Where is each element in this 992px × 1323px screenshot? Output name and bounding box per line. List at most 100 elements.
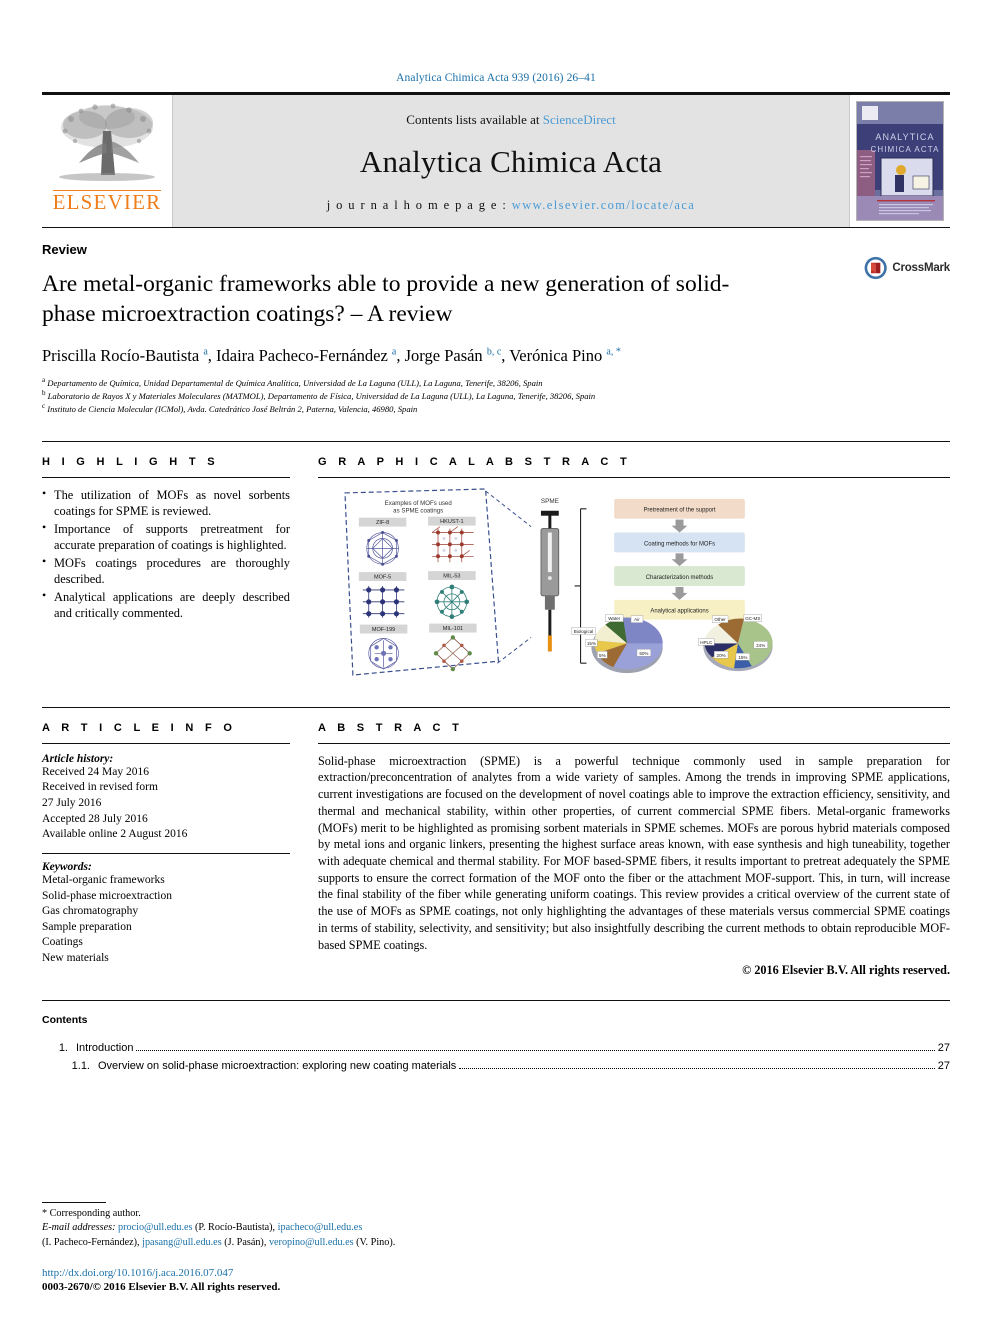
article-info-and-abstract-band: A R T I C L E I N F O Article history: R…: [42, 706, 950, 978]
contents-section: Contents 1. Introduction 27 1.1. Overvie…: [42, 1000, 950, 1075]
svg-text:Analytical applications: Analytical applications: [650, 608, 708, 614]
keyword-item: Metal-organic frameworks: [42, 873, 165, 886]
history-received: Received 24 May 2016: [42, 765, 149, 778]
list-item: MOFs coatings procedures are thoroughly …: [42, 554, 290, 588]
svg-text:15%: 15%: [587, 641, 596, 646]
highlights-column: H I G H L I G H T S The utilization of M…: [42, 456, 290, 681]
sciencedirect-link[interactable]: ScienceDirect: [543, 112, 616, 127]
svg-text:24%: 24%: [756, 643, 765, 648]
toc-leader-dots: [136, 1050, 935, 1052]
history-online: Available online 2 August 2016: [42, 828, 188, 841]
email-addresses-label: E-mail addresses:: [42, 1222, 116, 1234]
affiliation-text-b: Laboratorio de Rayos X y Materiales Mole…: [47, 390, 596, 401]
highlights-and-graphical-abstract-band: H I G H L I G H T S The utilization of M…: [42, 440, 950, 681]
toc-label: Introduction: [76, 1042, 134, 1055]
svg-text:Other: Other: [714, 617, 726, 622]
toc-entry-1-1[interactable]: 1.1. Overview on solid-phase microextrac…: [42, 1058, 950, 1076]
svg-text:as SPME coatings: as SPME coatings: [393, 508, 443, 515]
svg-text:GC-MS: GC-MS: [745, 616, 760, 621]
elsevier-logo: ELSEVIER: [42, 95, 172, 227]
graphical-abstract-rule: [318, 476, 950, 478]
elsevier-wordmark: ELSEVIER: [52, 190, 162, 214]
email-person-4: (V. Pino).: [356, 1237, 396, 1249]
highlights-heading: H I G H L I G H T S: [42, 455, 219, 468]
svg-text:Water: Water: [608, 616, 620, 621]
svg-text:MIL-53: MIL-53: [443, 573, 460, 579]
svg-text:Examples of MOFs used: Examples of MOFs used: [385, 500, 453, 507]
email-link-1[interactable]: procio@ull.edu.es: [118, 1222, 192, 1233]
svg-text:20%: 20%: [717, 653, 726, 658]
svg-text:MIL-101: MIL-101: [443, 626, 463, 632]
crossmark-icon: [864, 256, 887, 280]
homepage-label: j o u r n a l h o m e p a g e :: [326, 197, 508, 212]
svg-text:ZIF-8: ZIF-8: [376, 520, 389, 526]
affiliation-text-a: Departamento de Química, Unidad Departam…: [47, 377, 543, 388]
toc-page-number: 27: [937, 1059, 950, 1072]
article-type: Review: [42, 242, 87, 257]
journal-homepage-line: j o u r n a l h o m e p a g e : www.else…: [327, 198, 696, 213]
journal-cover-thumbnail: ANALYTICA CHIMICA ACTA: [850, 95, 950, 227]
abstract-column: A B S T R A C T Solid-phase microextract…: [318, 722, 950, 978]
toc-number: 1.1.: [71, 1059, 90, 1072]
svg-text:SPME: SPME: [541, 498, 559, 505]
contents-heading: Contents: [42, 1014, 88, 1027]
abstract-rule: [318, 742, 950, 744]
email-link-4[interactable]: veropino@ull.edu.es: [269, 1237, 354, 1248]
author-list: Priscilla Rocío-Bautista a, Idaira Pache…: [42, 346, 621, 366]
keyword-item: Sample preparation: [42, 920, 132, 933]
graphical-abstract-column: G R A P H I C A L A B S T R A C T Exampl…: [318, 456, 950, 681]
affiliation-c: c Instituto de Ciencia Molecular (ICMol)…: [42, 402, 950, 415]
journal-cover-image: ANALYTICA CHIMICA ACTA: [856, 101, 944, 221]
affiliations: a Departamento de Química, Unidad Depart…: [42, 376, 950, 415]
email-addresses-line-2: (I. Pacheco-Fernández), jpasang@ull.edu.…: [42, 1236, 562, 1251]
email-link-2[interactable]: ipacheco@ull.edu.es: [278, 1222, 363, 1233]
email-addresses-line-1: E-mail addresses: procio@ull.edu.es (P. …: [42, 1221, 562, 1236]
article-info-heading: A R T I C L E I N F O: [42, 721, 237, 734]
graphical-abstract-figure: Examples of MOFs used as SPME coatings Z…: [344, 488, 773, 676]
toc-number: 1.: [58, 1042, 68, 1055]
graphical-abstract-heading: G R A P H I C A L A B S T R A C T: [318, 455, 632, 468]
page-footer: http://dx.doi.org/10.1016/j.aca.2016.07.…: [42, 1267, 280, 1293]
svg-text:CHIMICA ACTA: CHIMICA ACTA: [870, 145, 939, 154]
journal-title: Analytica Chimica Acta: [359, 143, 663, 179]
article-history: Article history: Received 24 May 2016 Re…: [42, 753, 290, 843]
svg-text:ANALYTICA: ANALYTICA: [875, 132, 934, 142]
affiliation-mark-b: b: [42, 388, 46, 397]
affiliation-mark-a: a: [42, 375, 46, 384]
history-revised: Received in revised form: [42, 781, 158, 794]
svg-text:15%: 15%: [738, 655, 747, 660]
keyword-item: New materials: [42, 952, 109, 965]
email-person-3: (J. Pasán),: [224, 1237, 267, 1249]
contents-available-line: Contents lists available at ScienceDirec…: [406, 112, 615, 128]
affiliation-b: b Laboratorio de Rayos X y Materiales Mo…: [42, 389, 950, 402]
list-item: The utilization of MOFs as novel sorbent…: [42, 486, 290, 520]
svg-text:Air: Air: [634, 617, 640, 622]
keywords-label: Keywords:: [42, 860, 92, 873]
affiliation-text-c: Instituto de Ciencia Molecular (ICMol), …: [47, 403, 418, 414]
asterisk-icon: *: [42, 1207, 48, 1219]
list-item: Analytical applications are deeply descr…: [42, 588, 290, 622]
doi-link[interactable]: http://dx.doi.org/10.1016/j.aca.2016.07.…: [42, 1267, 280, 1279]
affiliation-mark-c: c: [42, 401, 46, 410]
toc-entry-1[interactable]: 1. Introduction 27: [42, 1040, 950, 1058]
abstract-heading: A B S T R A C T: [318, 721, 464, 734]
keyword-item: Coatings: [42, 936, 83, 949]
history-revised-date: 27 July 2016: [42, 797, 102, 810]
svg-text:Pretreatment of the support: Pretreatment of the support: [643, 508, 715, 514]
email-link-3[interactable]: jpasang@ull.edu.es: [142, 1237, 222, 1248]
history-accepted: Accepted 28 July 2016: [42, 812, 148, 825]
svg-text:Biological: Biological: [574, 629, 593, 634]
svg-text:50%: 50%: [639, 651, 648, 656]
svg-text:Characterization methods: Characterization methods: [646, 575, 714, 581]
crossmark-badge[interactable]: CrossMark: [864, 244, 950, 292]
article-header: Review Are metal-organic frameworks able…: [42, 227, 950, 415]
svg-text:Coating methods for MOFs: Coating methods for MOFs: [644, 541, 715, 547]
affiliation-a: a Departamento de Química, Unidad Depart…: [42, 376, 950, 389]
crossmark-label: CrossMark: [892, 262, 950, 274]
article-info-rule: [42, 742, 290, 744]
toc-label: Overview on solid-phase microextraction:…: [98, 1059, 457, 1072]
contents-prefix: Contents lists available at: [406, 111, 543, 127]
homepage-url[interactable]: www.elsevier.com/locate/aca: [512, 198, 695, 212]
highlights-rule: [42, 476, 290, 478]
toc-leader-dots: [459, 1067, 935, 1069]
